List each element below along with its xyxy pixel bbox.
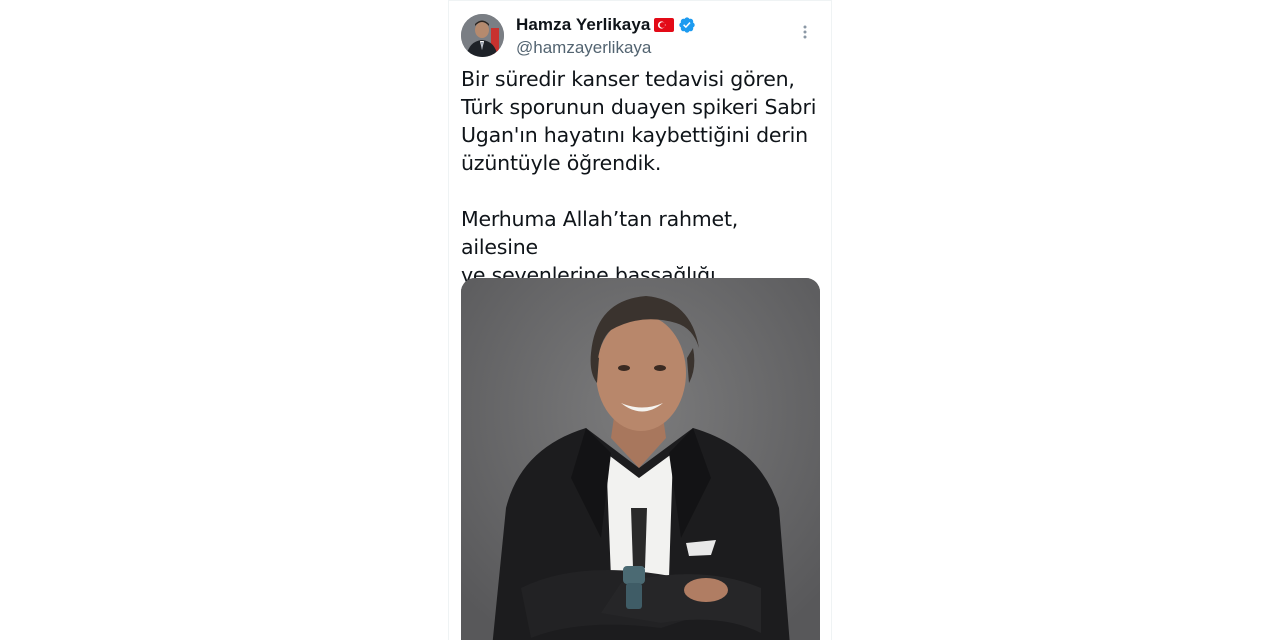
verified-badge-icon — [678, 16, 696, 34]
display-name-row: Hamza Yerlikaya — [516, 14, 696, 36]
author-names: Hamza Yerlikaya @hamzayerlikaya — [516, 14, 696, 58]
author-avatar[interactable] — [461, 14, 504, 57]
turkey-flag-icon — [654, 18, 675, 32]
tweet-card: Hamza Yerlikaya @hamzayerlikaya Bir süre… — [448, 0, 832, 640]
more-options-icon[interactable] — [795, 22, 815, 42]
author-handle[interactable]: @hamzayerlikaya — [516, 38, 696, 58]
tweet-header: Hamza Yerlikaya @hamzayerlikaya — [461, 14, 821, 60]
portrait-photo — [461, 278, 820, 640]
avatar-portrait — [461, 14, 504, 57]
tweet-photo[interactable] — [461, 278, 820, 640]
author-display-name[interactable]: Hamza Yerlikaya — [516, 15, 650, 35]
